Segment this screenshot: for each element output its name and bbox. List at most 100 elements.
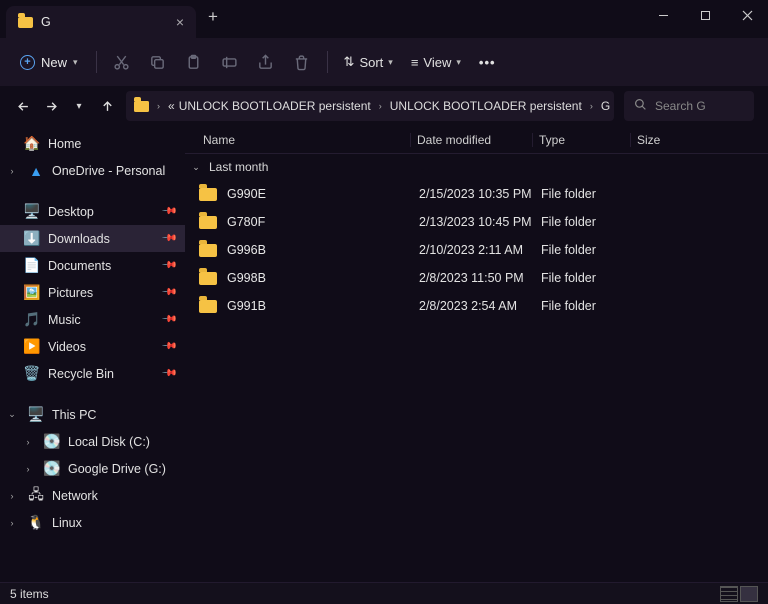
sidebar-item-drive[interactable]: ›💽Google Drive (G:) <box>0 455 185 482</box>
sidebar-item-home[interactable]: 🏠 Home <box>0 130 185 157</box>
breadcrumb-item[interactable]: G <box>601 99 610 113</box>
sidebar-item-desktop[interactable]: 🖥️Desktop📌 <box>0 198 185 225</box>
close-button[interactable] <box>726 0 768 30</box>
sort-label: Sort <box>359 55 383 70</box>
sidebar-item-thispc[interactable]: ⌄ 🖥️ This PC <box>0 401 185 428</box>
sidebar-item-drive[interactable]: ›💽Local Disk (C:) <box>0 428 185 455</box>
file-date: 2/15/2023 10:35 PM <box>419 187 541 201</box>
collapse-icon[interactable]: ⌄ <box>4 409 20 420</box>
back-button[interactable] <box>14 99 32 114</box>
table-row[interactable]: G990E2/15/2023 10:35 PMFile folder <box>185 180 768 208</box>
details-view-button[interactable] <box>720 586 738 602</box>
expand-icon[interactable]: › <box>4 166 20 176</box>
sidebar-item-onedrive[interactable]: › ▲ OneDrive - Personal <box>0 157 185 184</box>
table-row[interactable]: G991B2/8/2023 2:54 AMFile folder <box>185 292 768 320</box>
sidebar-item-label: Recycle Bin <box>48 367 114 381</box>
separator <box>96 51 97 73</box>
sidebar-item-label: Linux <box>52 516 82 530</box>
sidebar-item-label: Local Disk (C:) <box>68 435 150 449</box>
folder-icon <box>18 17 33 28</box>
file-name: G991B <box>227 299 419 313</box>
chevron-down-icon: ▾ <box>388 57 393 68</box>
folder-icon <box>134 101 149 112</box>
sidebar-item-videos[interactable]: ▶️Videos📌 <box>0 333 185 360</box>
column-size[interactable]: Size <box>630 133 768 147</box>
column-headers: Name Date modified Type Size <box>185 126 768 154</box>
sidebar-item-network[interactable]: › 🖧 Network <box>0 482 185 509</box>
quick-access-group: 🖥️Desktop📌⬇️Downloads📌📄Documents📌🖼️Pictu… <box>0 198 185 387</box>
linux-icon: 🐧 <box>28 515 44 531</box>
new-tab-button[interactable]: + <box>196 0 230 34</box>
paste-icon[interactable] <box>177 45 211 79</box>
tab-title: G <box>41 15 51 29</box>
view-button[interactable]: ≡ View ▾ <box>403 51 469 74</box>
chevron-down-icon: ▾ <box>456 57 461 68</box>
nav-row: ▾ › « UNLOCK BOOTLOADER persistent › UNL… <box>0 86 768 126</box>
folder-icon <box>199 272 217 285</box>
breadcrumb-item[interactable]: UNLOCK BOOTLOADER persistent <box>390 99 582 113</box>
pin-icon: 📌 <box>160 257 177 274</box>
recent-button[interactable]: ▾ <box>70 101 88 112</box>
expand-icon[interactable]: › <box>4 518 20 528</box>
sidebar-item-recycle-bin[interactable]: 🗑️Recycle Bin📌 <box>0 360 185 387</box>
chevron-right-icon: › <box>153 101 164 111</box>
tab[interactable]: G × <box>6 6 196 38</box>
table-row[interactable]: G780F2/13/2023 10:45 PMFile folder <box>185 208 768 236</box>
sidebar-item-music[interactable]: 🎵Music📌 <box>0 306 185 333</box>
sidebar-item-label: OneDrive - Personal <box>52 164 165 178</box>
toolbar: + New ▾ ⇅ Sort ▾ ≡ View ▾ ••• <box>0 38 768 86</box>
collapse-icon[interactable]: ⌄ <box>189 162 203 173</box>
minimize-button[interactable] <box>642 0 684 30</box>
view-label: View <box>423 55 451 70</box>
expand-icon[interactable]: › <box>20 437 36 447</box>
file-type: File folder <box>541 243 639 257</box>
search-placeholder: Search G <box>655 99 706 113</box>
file-type: File folder <box>541 187 639 201</box>
sidebar-item-documents[interactable]: 📄Documents📌 <box>0 252 185 279</box>
folder-icon <box>199 300 217 313</box>
column-type[interactable]: Type <box>532 133 630 147</box>
rename-icon[interactable] <box>213 45 247 79</box>
chevron-right-icon: › <box>586 101 597 111</box>
pin-icon: 📌 <box>160 365 177 382</box>
new-button[interactable]: + New ▾ <box>10 51 88 74</box>
sidebar-icon: 🎵 <box>24 312 40 328</box>
sidebar-item-pictures[interactable]: 🖼️Pictures📌 <box>0 279 185 306</box>
cloud-icon: ▲ <box>28 163 44 179</box>
expand-icon[interactable]: › <box>4 491 20 501</box>
sort-icon: ⇅ <box>344 54 355 70</box>
more-button[interactable]: ••• <box>471 51 504 74</box>
file-name: G990E <box>227 187 419 201</box>
copy-icon[interactable] <box>141 45 175 79</box>
column-date[interactable]: Date modified <box>410 133 532 147</box>
maximize-button[interactable] <box>684 0 726 30</box>
address-bar[interactable]: › « UNLOCK BOOTLOADER persistent › UNLOC… <box>126 91 614 121</box>
large-icons-view-button[interactable] <box>740 586 758 602</box>
pc-icon: 🖥️ <box>28 407 44 423</box>
breadcrumb-item[interactable]: UNLOCK BOOTLOADER persistent <box>179 99 371 113</box>
expand-icon[interactable]: › <box>20 464 36 474</box>
file-type: File folder <box>541 215 639 229</box>
delete-icon[interactable] <box>285 45 319 79</box>
sidebar-item-label: Google Drive (G:) <box>68 462 166 476</box>
home-icon: 🏠 <box>24 136 40 152</box>
forward-button[interactable] <box>42 99 60 114</box>
column-name[interactable]: Name <box>203 133 410 147</box>
sidebar-item-linux[interactable]: › 🐧 Linux <box>0 509 185 536</box>
share-icon[interactable] <box>249 45 283 79</box>
sidebar-icon: 🖼️ <box>24 285 40 301</box>
sort-button[interactable]: ⇅ Sort ▾ <box>336 50 401 74</box>
status-bar: 5 items <box>0 582 768 604</box>
sidebar-item-downloads[interactable]: ⬇️Downloads📌 <box>0 225 185 252</box>
up-button[interactable] <box>98 99 116 114</box>
file-date: 2/10/2023 2:11 AM <box>419 243 541 257</box>
group-header[interactable]: ⌄ Last month <box>185 154 768 180</box>
table-row[interactable]: G998B2/8/2023 11:50 PMFile folder <box>185 264 768 292</box>
cut-icon[interactable] <box>105 45 139 79</box>
close-tab-icon[interactable]: × <box>176 14 184 30</box>
search-input[interactable]: Search G <box>624 91 754 121</box>
sidebar-icon: 🖥️ <box>24 204 40 220</box>
file-name: G780F <box>227 215 419 229</box>
sidebar-item-label: Videos <box>48 340 86 354</box>
table-row[interactable]: G996B2/10/2023 2:11 AMFile folder <box>185 236 768 264</box>
